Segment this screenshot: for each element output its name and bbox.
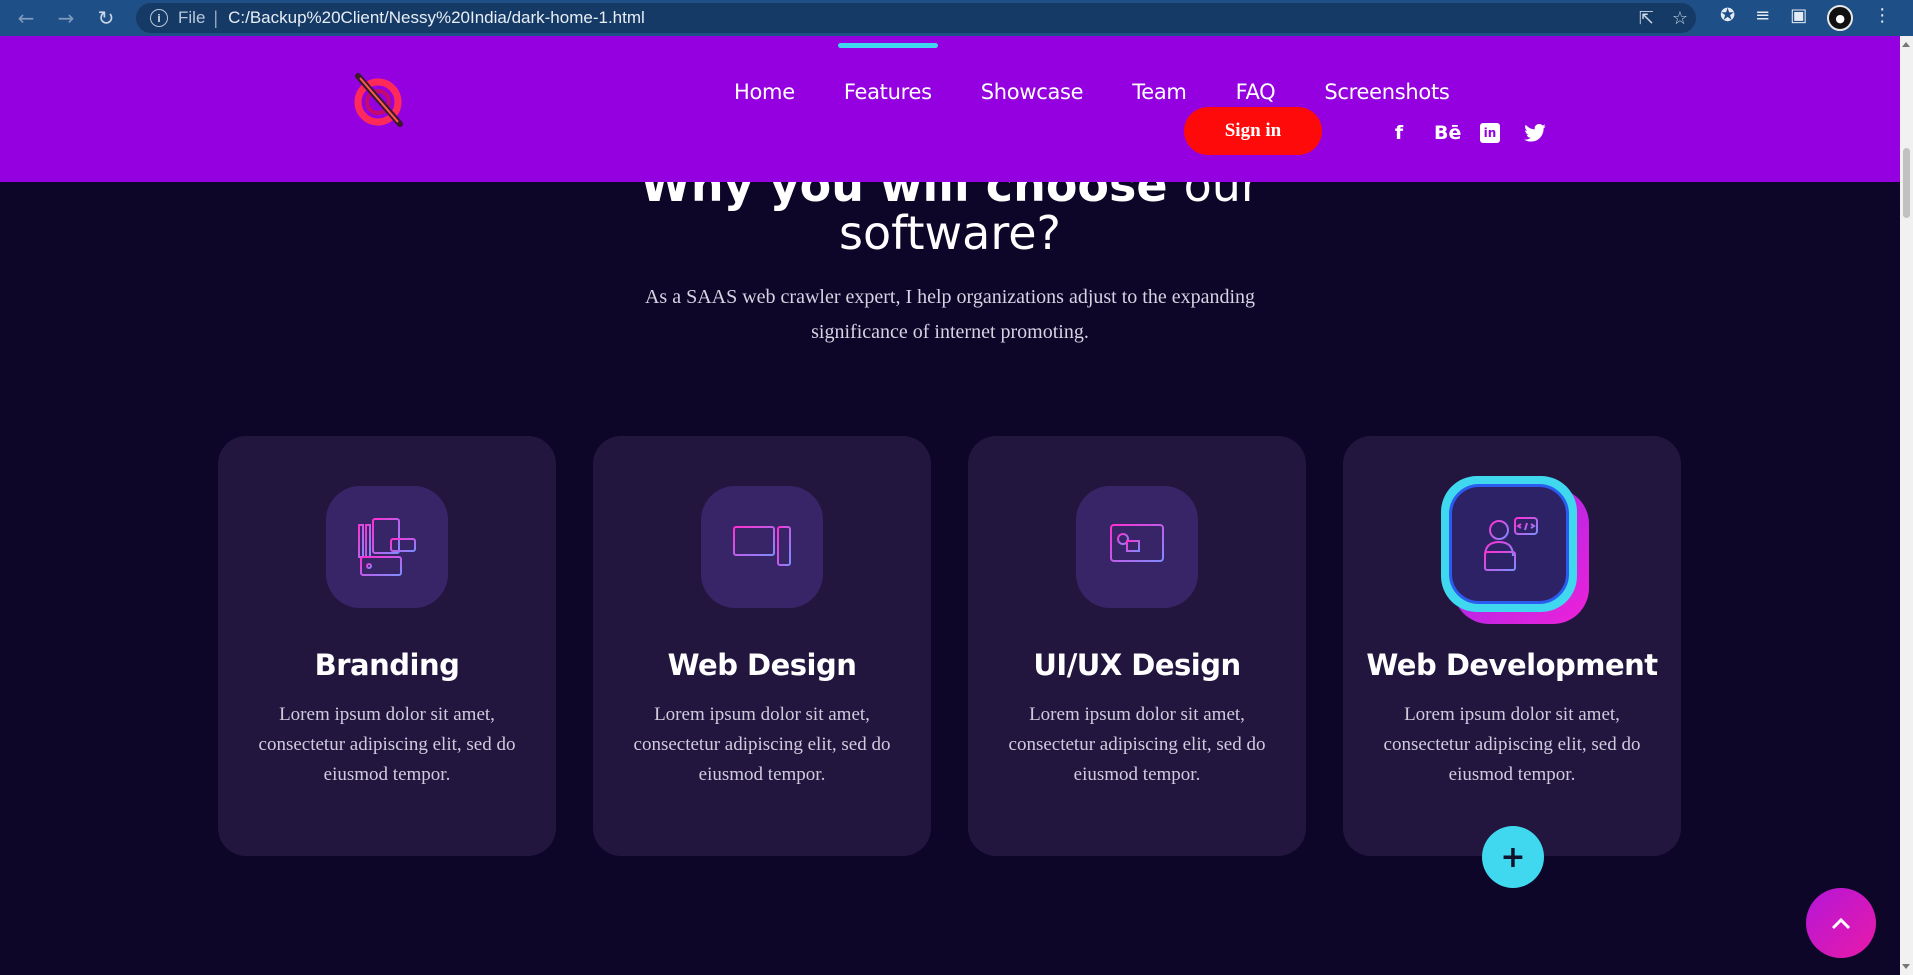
card-icon-box	[701, 486, 823, 608]
sign-in-button[interactable]: Sign in	[1184, 107, 1322, 155]
behance-icon[interactable]: Bē	[1434, 122, 1461, 144]
share-icon[interactable]: ⇱	[1639, 8, 1654, 29]
active-nav-indicator	[838, 43, 938, 48]
desktop-computer-icon	[733, 526, 791, 566]
info-icon[interactable]: i	[150, 9, 168, 27]
card-text: Lorem ipsum dolor sit amet, consectetur …	[1383, 704, 1641, 785]
card-icon-box	[1076, 486, 1198, 608]
section-title-line2: software?	[839, 206, 1061, 260]
url-text[interactable]: C:/Backup%20Client/Nessy%20India/dark-ho…	[228, 8, 645, 28]
plus-icon[interactable]: +	[1482, 826, 1544, 888]
chevron-up-icon	[1831, 917, 1851, 930]
social-links: f Bē in	[1388, 122, 1546, 144]
forward-arrow-icon[interactable]: →	[52, 4, 80, 32]
nav-showcase[interactable]: Showcase	[981, 80, 1084, 104]
card-title: Web Development	[1366, 648, 1658, 682]
menu-dots-icon[interactable]: ⋮	[1873, 5, 1891, 31]
card-title: UI/UX Design	[1033, 648, 1241, 682]
page-scrollbar[interactable]	[1900, 36, 1913, 975]
branding-icon	[358, 518, 416, 576]
nav-features[interactable]: Features	[844, 80, 932, 104]
card-title: Web Design	[667, 648, 857, 682]
card-text: Lorem ipsum dolor sit amet, consectetur …	[258, 704, 516, 785]
linkedin-icon[interactable]: in	[1480, 123, 1500, 143]
developer-laptop-icon	[1484, 517, 1538, 571]
card-icon-box	[326, 486, 448, 608]
feature-card-web-development: Web Development Lorem ipsum dolor sit am…	[1343, 436, 1681, 856]
nav-faq[interactable]: FAQ	[1236, 80, 1276, 104]
feature-card-uiux-design: UI/UX Design Lorem ipsum dolor sit amet,…	[968, 436, 1306, 856]
site-header: Home Features Showcase Team FAQ Screensh…	[0, 36, 1900, 182]
profile-avatar[interactable]: ●	[1827, 5, 1854, 31]
bookmark-star-icon[interactable]: ☆	[1672, 8, 1688, 29]
scrollbar-thumb[interactable]	[1903, 148, 1910, 218]
site-logo-icon[interactable]	[350, 70, 410, 130]
back-arrow-icon[interactable]: ←	[12, 4, 40, 32]
page-viewport: Home Features Showcase Team FAQ Screensh…	[0, 36, 1900, 975]
divider: |	[213, 7, 219, 28]
feature-card-branding: Branding Lorem ipsum dolor sit amet, con…	[218, 436, 556, 856]
nav-team[interactable]: Team	[1132, 80, 1187, 104]
file-label: File	[178, 8, 206, 27]
section-lead: As a SAAS web crawler expert, I help org…	[644, 286, 1256, 343]
scroll-up-icon[interactable]	[1902, 42, 1910, 47]
feature-card-web-design: Web Design Lorem ipsum dolor sit amet, c…	[593, 436, 931, 856]
reload-icon[interactable]: ↻	[92, 4, 120, 32]
card-icon-box	[1441, 476, 1589, 624]
side-panel-icon[interactable]: ▣	[1790, 5, 1807, 31]
facebook-icon[interactable]: f	[1388, 122, 1410, 144]
scroll-down-icon[interactable]	[1902, 964, 1910, 969]
card-title: Branding	[314, 648, 460, 682]
extensions-puzzle-icon[interactable]: ✪	[1720, 5, 1735, 31]
main-nav: Home Features Showcase Team FAQ Screensh…	[734, 80, 1450, 104]
twitter-icon[interactable]	[1524, 124, 1546, 142]
media-queue-icon[interactable]: ≡	[1755, 5, 1770, 31]
card-text: Lorem ipsum dolor sit amet, consectetur …	[633, 704, 891, 785]
card-text: Lorem ipsum dolor sit amet, consectetur …	[1008, 704, 1266, 785]
address-bar[interactable]: i File | C:/Backup%20Client/Nessy%20Indi…	[136, 3, 1696, 33]
browser-toolbar: ← → ↻ i File | C:/Backup%20Client/Nessy%…	[0, 0, 1913, 36]
nav-home[interactable]: Home	[734, 80, 795, 104]
monitor-design-icon	[1110, 524, 1164, 571]
nav-screenshots[interactable]: Screenshots	[1324, 80, 1449, 104]
scroll-to-top-button[interactable]	[1806, 888, 1876, 958]
